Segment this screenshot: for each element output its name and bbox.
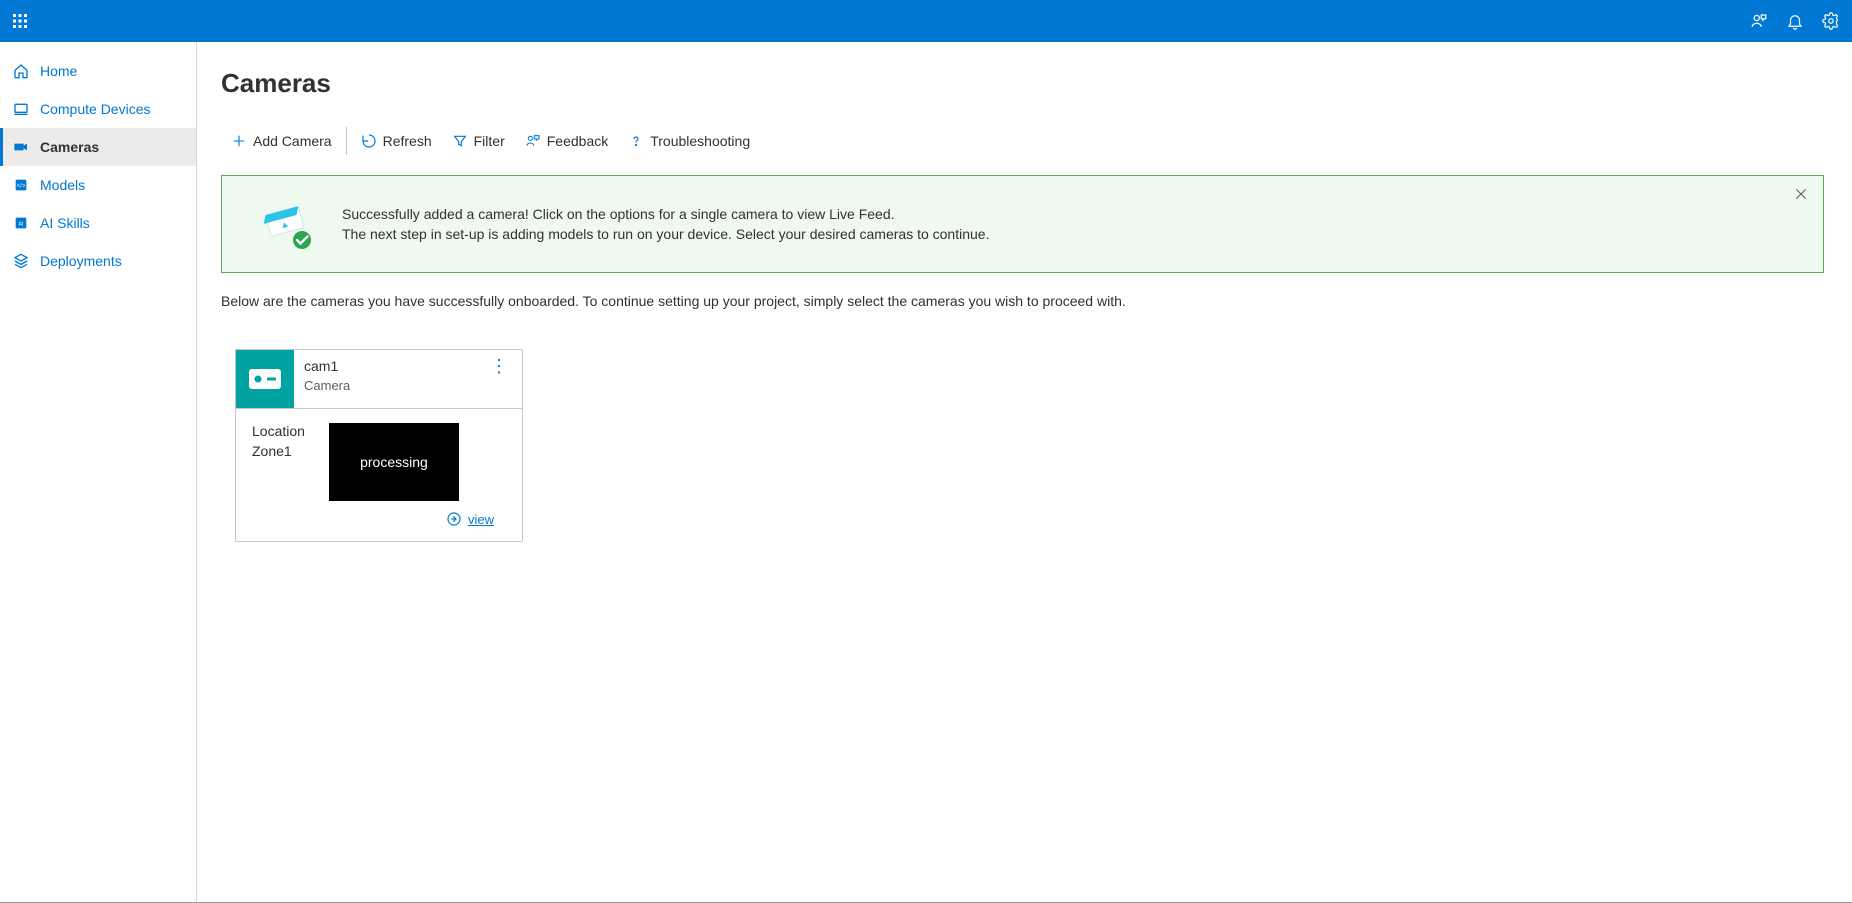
camera-icon [12,138,30,156]
banner-line-2: The next step in set-up is adding models… [342,224,989,244]
view-link[interactable]: view [468,512,494,527]
device-icon [12,100,30,118]
card-header: cam1 Camera ⋮ [236,350,522,409]
camera-type: Camera [304,378,480,393]
svg-text:</>: </> [17,184,26,190]
card-body: Location Zone1 processing [236,409,522,507]
toolbar: Add Camera Refresh Filter Feedback [221,127,1824,155]
sidebar-item-compute-devices[interactable]: Compute Devices [0,90,196,128]
banner-graphic [258,194,318,254]
feedback-person-icon[interactable] [1750,12,1768,30]
sidebar-item-label: Cameras [40,139,99,155]
sidebar-item-cameras[interactable]: Cameras [0,128,196,166]
close-icon[interactable] [1793,186,1809,202]
sidebar-item-label: Compute Devices [40,101,151,117]
sidebar: Home Compute Devices Cameras </> Models … [0,42,197,902]
success-banner: Successfully added a camera! Click on th… [221,175,1824,273]
svg-text:AI: AI [18,222,23,228]
sidebar-item-label: Deployments [40,253,122,269]
sidebar-item-label: AI Skills [40,215,90,231]
camera-card: cam1 Camera ⋮ Location Zone1 processing … [235,349,523,542]
filter-button[interactable]: Filter [442,127,515,155]
sidebar-item-label: Home [40,63,77,79]
toolbar-label: Refresh [383,133,432,149]
bell-icon[interactable] [1786,12,1804,30]
sidebar-item-ai-skills[interactable]: AI AI Skills [0,204,196,242]
toolbar-label: Feedback [547,133,608,149]
add-camera-button[interactable]: Add Camera [221,127,342,155]
waffle-icon[interactable] [12,13,28,29]
feedback-icon [525,133,541,149]
main-content: Cameras Add Camera Refresh Filter [197,42,1852,902]
camera-name: cam1 [304,358,480,374]
arrow-right-circle-icon [446,511,462,527]
banner-text: Successfully added a camera! Click on th… [342,204,989,245]
toolbar-label: Troubleshooting [650,133,750,149]
plus-icon [231,133,247,149]
page-title: Cameras [221,68,1824,99]
toolbar-label: Add Camera [253,133,332,149]
preview-status: processing [360,454,428,470]
ai-icon: AI [12,214,30,232]
help-icon [628,133,644,149]
sidebar-item-deployments[interactable]: Deployments [0,242,196,280]
page-description: Below are the cameras you have successfu… [221,293,1824,309]
card-icon [236,350,294,408]
toolbar-separator [346,127,347,155]
home-icon [12,62,30,80]
gear-icon[interactable] [1822,12,1840,30]
refresh-icon [361,133,377,149]
deployment-icon [12,252,30,270]
filter-icon [452,133,468,149]
sidebar-item-home[interactable]: Home [0,52,196,90]
camera-preview: processing [329,423,459,501]
toolbar-label: Filter [474,133,505,149]
sidebar-item-models[interactable]: </> Models [0,166,196,204]
troubleshooting-button[interactable]: Troubleshooting [618,127,760,155]
refresh-button[interactable]: Refresh [351,127,442,155]
location-value: Zone1 [252,443,305,459]
feedback-button[interactable]: Feedback [515,127,618,155]
top-bar [0,0,1852,42]
card-footer: view [236,507,522,541]
sidebar-item-label: Models [40,177,85,193]
location-label: Location [252,423,305,439]
banner-line-1: Successfully added a camera! Click on th… [342,204,989,224]
model-icon: </> [12,176,30,194]
more-options-icon[interactable]: ⋮ [490,350,522,368]
